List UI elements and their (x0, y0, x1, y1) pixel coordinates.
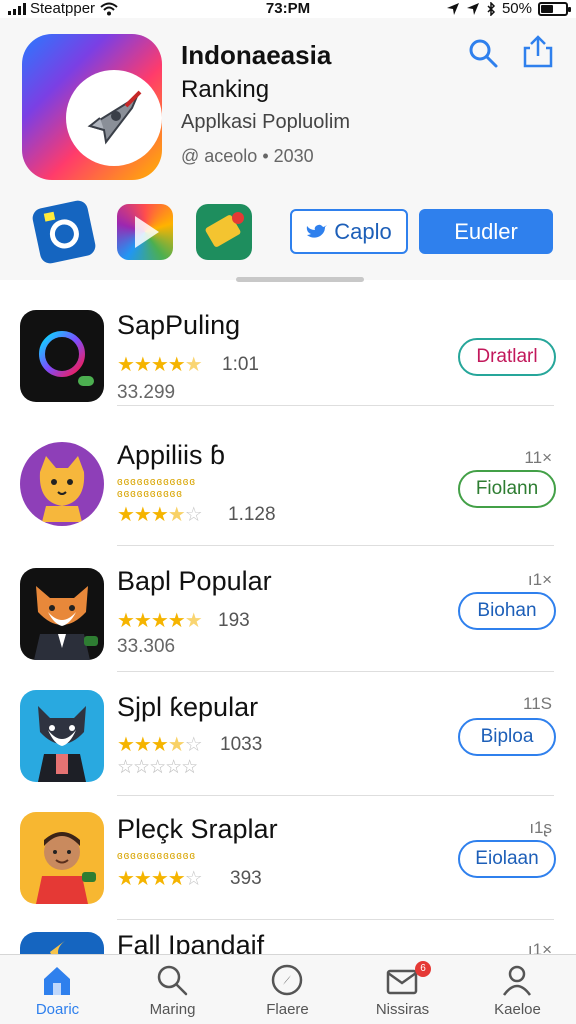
get-button[interactable]: Dratlarl (458, 338, 556, 376)
download-count: 33.306 (117, 636, 176, 657)
caplo-button-label: Caplo (334, 218, 392, 244)
tab-label: Flaere (266, 1001, 309, 1018)
get-button[interactable]: Biploa (458, 718, 556, 756)
tab-maring[interactable]: Maring (115, 955, 230, 1024)
app-name: SapPuling (117, 310, 241, 340)
app-name: Sjpl ƙepular (117, 692, 259, 722)
battery-level (541, 4, 553, 13)
page-subtitle: Ranking (181, 76, 270, 103)
tab-flaere[interactable]: Flaere (230, 955, 345, 1024)
rank-label: 11× (524, 448, 552, 467)
rank-label: 11S (523, 694, 552, 713)
app-ranking-list: SapPuling ★★★★★ 1:01 33.299 Dratlarl App… (0, 282, 576, 954)
moon-icon (20, 932, 104, 954)
eudler-button-label: Eudler (454, 218, 518, 244)
eudler-button[interactable]: Eudler (419, 209, 553, 254)
get-button-label: Biploa (480, 726, 534, 747)
page-title: Indonaeasia (181, 40, 332, 70)
list-item[interactable]: Appiliis ɓ ɞɞɞɞɞɞɞɞɞɞɞɞ ɞɞɞɞɞɞɞɞɞɞ ★★★★☆… (0, 422, 576, 546)
star-rating: ★★★★★ (117, 354, 203, 376)
rating-count: 1033 (220, 734, 263, 755)
location-icon (446, 2, 459, 15)
get-button-label: Eiolaan (475, 848, 539, 869)
home-icon (44, 967, 70, 995)
rating-count: 1:01 (222, 354, 259, 375)
rank-label: ı1ʂ (529, 818, 552, 837)
star-rating: ★★★★☆ (117, 734, 203, 756)
rating-count: 193 (218, 610, 250, 631)
app-name: Bapl Popular (117, 566, 272, 596)
tab-label: Nissiras (375, 1001, 430, 1018)
camera-app-icon[interactable] (30, 198, 98, 266)
tab-bar: Doaric Maring Flaere 6 Nissiras Kaeloe (0, 954, 576, 1024)
star-rating: ★★★★☆ (117, 868, 203, 890)
tab-label: Doaric (35, 1001, 80, 1018)
tab-nissiras[interactable]: 6 Nissiras (345, 955, 460, 1024)
list-item[interactable]: Fall Ipandaif ı1× (0, 918, 576, 954)
app-name: Pleçk Sraplar (117, 814, 278, 844)
get-button[interactable]: Eiolaan (458, 840, 556, 878)
list-item[interactable]: Sjpl ƙepular ★★★★☆ 1033 ☆☆☆☆☆ 11S Biploa (0, 672, 576, 796)
status-bar: Steatpper 73:PM 50% (0, 0, 576, 18)
meta-label: @ aceolo • 2030 (181, 146, 314, 166)
battery-icon (538, 1, 571, 16)
battery-percent: 50% (501, 0, 532, 17)
get-button[interactable]: Fiolann (458, 470, 556, 508)
bluetooth-icon (487, 1, 496, 16)
share-icon[interactable] (521, 34, 555, 68)
get-button-label: Fiolann (475, 478, 539, 499)
tab-label: Kaeloe (494, 1001, 541, 1018)
app-header: Indonaeasia Ranking Applkasi Popluolim @… (0, 18, 576, 282)
get-button-label: Dratlarl (476, 346, 538, 367)
caplo-button[interactable]: Caplo (290, 209, 408, 254)
star-rating: ★★★★☆ (117, 504, 203, 526)
rating-count: 393 (230, 868, 262, 889)
rating-count: 1.128 (228, 504, 276, 525)
get-button-label: Biohan (477, 600, 537, 621)
get-button[interactable]: Biohan (458, 592, 556, 630)
compass-icon (271, 964, 303, 996)
location-icon (466, 2, 479, 15)
green-app-icon[interactable] (196, 204, 252, 260)
app-name: Fall Ipandaif (117, 930, 265, 954)
tab-kaeloe[interactable]: Kaeloe (460, 955, 575, 1024)
divider (117, 545, 554, 546)
category-label: Applkasi Popluolim (181, 111, 350, 133)
bird-icon (307, 224, 328, 238)
rank-label: ı1× (527, 940, 552, 954)
list-item[interactable]: SapPuling ★★★★★ 1:01 33.299 Dratlarl (0, 282, 576, 406)
search-icon (157, 965, 188, 996)
fox-icon (20, 568, 104, 660)
tagline: ɞɞɞɞɞɞɞɞɞɞɞɞ (117, 850, 196, 862)
list-item[interactable]: Bapl Popular ★★★★★ 193 33.306 ı1× Biohan (0, 548, 576, 672)
rocket-icon (87, 90, 142, 145)
boy-icon (20, 812, 104, 904)
play-store-icon[interactable] (117, 204, 173, 260)
star-rating: ★★★★★ (117, 610, 203, 632)
download-count: 33.299 (117, 382, 176, 403)
app-name: Appiliis ɓ (117, 440, 226, 470)
list-item[interactable]: Pleçk Sraplar ɞɞɞɞɞɞɞɞɞɞɞɞ ★★★★☆ 393 ı1ʂ… (0, 796, 576, 920)
empty-stars: ☆☆☆☆☆ (117, 757, 198, 778)
wolf-icon (20, 690, 104, 782)
rank-label: ı1× (527, 570, 552, 589)
mail-icon (386, 969, 418, 995)
featured-app-icon[interactable] (22, 34, 162, 180)
cat-icon (20, 442, 104, 526)
ring-icon (20, 310, 104, 402)
tagline: ɞɞɞɞɞɞɞɞɞɞɞɞ ɞɞɞɞɞɞɞɞɞɞ (117, 476, 196, 500)
tab-label: Maring (149, 1001, 196, 1018)
search-icon[interactable] (466, 36, 500, 70)
tab-doaric[interactable]: Doaric (0, 955, 115, 1024)
notification-badge: 6 (415, 961, 431, 977)
divider (117, 405, 554, 406)
profile-icon (502, 965, 532, 996)
